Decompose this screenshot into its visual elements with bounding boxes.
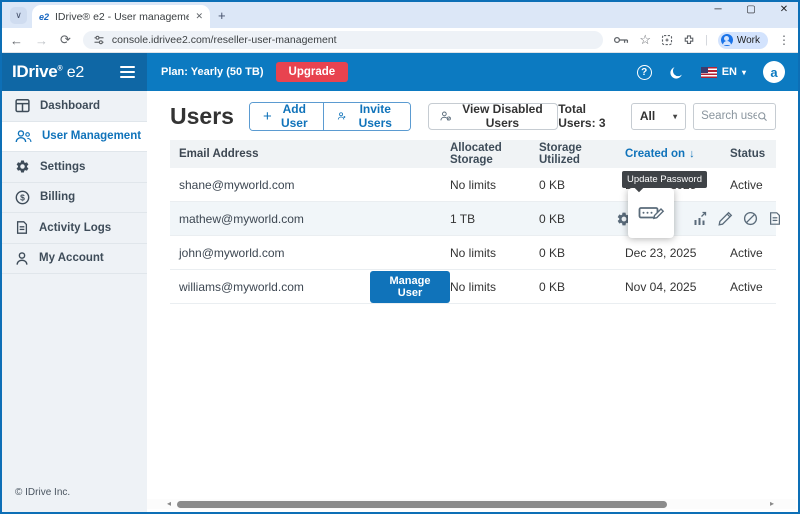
horizontal-scrollbar[interactable]: ◂ ▸ — [147, 499, 796, 509]
invite-users-button[interactable]: Invite Users — [323, 103, 411, 130]
search-icon[interactable] — [757, 110, 768, 123]
user-filter-select[interactable]: All ▾ — [631, 103, 686, 130]
tab-close-icon[interactable]: ✕ — [195, 11, 203, 22]
header-status: Status — [730, 148, 776, 160]
url-text: console.idrivee2.com/reseller-user-manag… — [112, 34, 337, 46]
language-selector[interactable]: EN ▾ — [701, 66, 746, 78]
plan-label: Plan: Yearly (50 TB) — [161, 66, 264, 78]
sidebar: Dashboard User Management Settings $ — [2, 91, 147, 512]
address-bar[interactable]: console.idrivee2.com/reseller-user-manag… — [83, 31, 603, 49]
upgrade-button[interactable]: Upgrade — [276, 62, 349, 82]
scroll-left-icon[interactable]: ◂ — [167, 499, 171, 508]
logo-block: IDrive® e2 — [2, 53, 147, 91]
header-utilized: Storage Utilized — [539, 142, 625, 166]
tab-title: IDrive® e2 - User management — [55, 11, 189, 23]
help-icon[interactable]: ? — [637, 65, 652, 80]
disable-user-icon[interactable] — [743, 211, 758, 226]
browser-window: ∨ e2 IDrive® e2 - User management ✕ + ─ … — [0, 0, 800, 514]
reload-button[interactable]: ⟳ — [60, 32, 71, 48]
update-password-icon — [638, 201, 665, 224]
table-row-hovered[interactable]: mathew@myworld.com 1 TB 0 KB — [170, 202, 776, 236]
tooltip: Update Password — [622, 171, 707, 188]
window-minimize-button[interactable]: ─ — [712, 4, 724, 15]
sidebar-item-dashboard[interactable]: Dashboard — [2, 91, 147, 122]
gear-icon — [15, 159, 30, 174]
chevron-down-icon: ∨ — [15, 10, 22, 21]
dark-mode-moon-icon[interactable] — [669, 65, 684, 80]
update-password-action-card[interactable] — [628, 188, 674, 238]
table-header-row: Email Address Allocated Storage Storage … — [170, 140, 776, 168]
users-icon — [15, 129, 32, 143]
new-tab-button[interactable]: + — [218, 8, 226, 23]
person-disabled-icon — [440, 109, 451, 123]
header-email: Email Address — [170, 148, 362, 160]
table-row[interactable]: williams@myworld.com Manage User No limi… — [170, 270, 776, 304]
scrollbar-thumb[interactable] — [177, 501, 667, 508]
site-settings-icon[interactable] — [93, 34, 105, 46]
profile-label: Work — [737, 35, 760, 46]
logs-document-icon[interactable] — [768, 211, 782, 226]
dollar-circle-icon: $ — [15, 190, 30, 205]
document-icon — [15, 220, 29, 235]
svg-text:$: $ — [20, 192, 25, 202]
chevron-down-icon: ▾ — [673, 112, 677, 121]
total-users-label: Total Users: 3 — [558, 102, 618, 130]
main-content: Users + Add User Invite Users — [147, 91, 798, 512]
profile-chip[interactable]: Work — [718, 32, 768, 49]
person-icon — [15, 251, 29, 266]
dashboard-icon — [15, 98, 30, 113]
favicon: e2 — [39, 12, 49, 22]
table-row[interactable]: john@myworld.com No limits 0 KB Dec 23, … — [170, 236, 776, 270]
bookmark-star-icon[interactable]: ☆ — [639, 32, 651, 48]
sidebar-item-user-management[interactable]: User Management — [2, 122, 147, 153]
sidebar-item-billing[interactable]: $ Billing — [2, 183, 147, 214]
usage-stats-icon[interactable] — [692, 211, 708, 227]
browser-menu-icon[interactable]: ⋮ — [778, 33, 790, 47]
window-maximize-button[interactable]: ▢ — [745, 4, 757, 15]
scroll-right-icon[interactable]: ▸ — [770, 499, 774, 508]
sidebar-item-activity-logs[interactable]: Activity Logs — [2, 213, 147, 244]
copyright-label: © IDrive Inc. — [2, 487, 147, 512]
manage-user-button[interactable]: Manage User — [370, 271, 450, 303]
password-key-icon[interactable] — [613, 35, 629, 45]
extensions-icon[interactable] — [683, 34, 695, 46]
sidebar-item-settings[interactable]: Settings — [2, 152, 147, 183]
browser-titlebar: ∨ e2 IDrive® e2 - User management ✕ + ─ … — [2, 2, 798, 28]
browser-navbar: ← → ⟳ console.idrivee2.com/reseller-user… — [2, 28, 798, 53]
status-badge: Active — [730, 246, 776, 260]
status-badge: Active — [730, 178, 776, 192]
tab-search-button[interactable]: ∨ — [10, 7, 27, 24]
users-table: Email Address Allocated Storage Storage … — [170, 140, 776, 304]
status-badge: Active — [730, 280, 776, 294]
page-title: Users — [170, 103, 234, 130]
back-button[interactable]: ← — [10, 33, 23, 48]
forward-button: → — [35, 33, 48, 48]
us-flag-icon — [701, 67, 717, 78]
search-input[interactable] — [701, 110, 757, 122]
window-close-button[interactable]: ✕ — [778, 4, 790, 15]
plus-icon: + — [263, 108, 272, 125]
header-allocated: Allocated Storage — [450, 142, 539, 166]
sort-desc-icon: ↓ — [689, 148, 695, 160]
tab-organize-icon[interactable] — [661, 34, 673, 46]
person-plus-icon — [337, 109, 346, 123]
sidebar-item-my-account[interactable]: My Account — [2, 244, 147, 275]
search-box — [693, 103, 776, 130]
browser-tab[interactable]: e2 IDrive® e2 - User management ✕ — [32, 5, 210, 28]
header-created-sort[interactable]: Created on ↓ — [625, 148, 730, 160]
edit-pencil-icon[interactable] — [718, 211, 733, 226]
app-header: IDrive® e2 Plan: Yearly (50 TB) Upgrade … — [2, 53, 798, 91]
chevron-down-icon: ▾ — [742, 68, 746, 77]
account-avatar[interactable]: a — [763, 61, 785, 83]
hamburger-menu-icon[interactable] — [120, 63, 135, 81]
profile-avatar-icon — [721, 34, 733, 46]
add-user-button[interactable]: + Add User — [250, 103, 323, 130]
idrive-logo: IDrive® e2 — [12, 62, 84, 82]
view-disabled-users-button[interactable]: View Disabled Users — [428, 103, 558, 130]
language-label: EN — [722, 66, 737, 78]
divider: | — [705, 34, 708, 46]
